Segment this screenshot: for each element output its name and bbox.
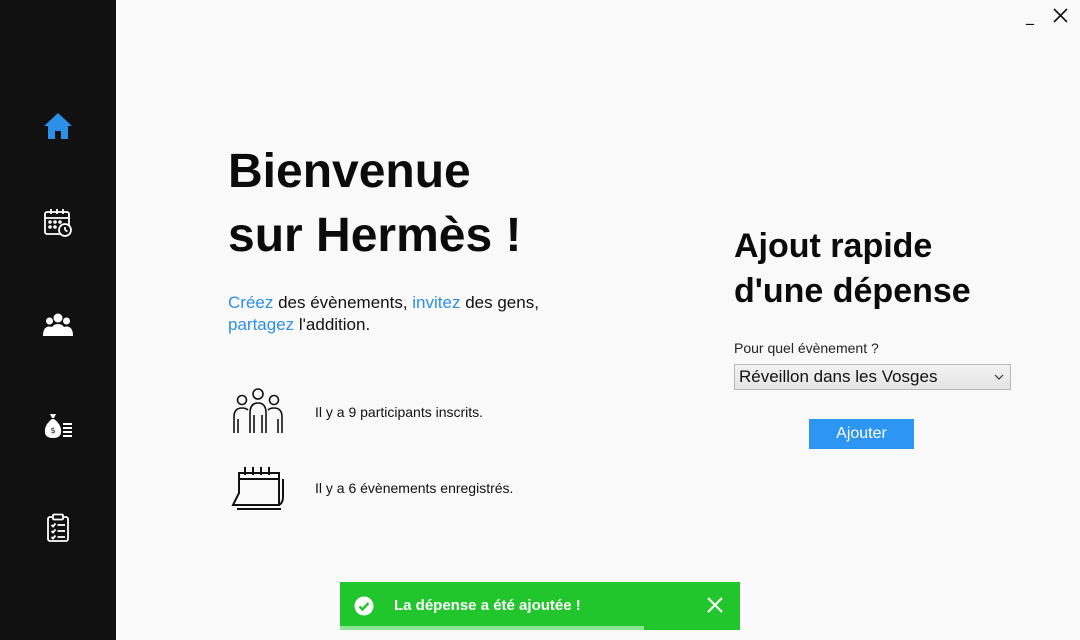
welcome-title-line2: sur Hermès !	[228, 209, 522, 262]
sidebar: $	[0, 0, 116, 640]
chevron-down-icon	[994, 374, 1004, 380]
success-toast: La dépense a été ajoutée !	[340, 582, 740, 630]
participants-count-text: Il y a 9 participants inscrits.	[315, 404, 484, 420]
quick-add-title-line2: d'une dépense	[734, 272, 971, 310]
close-icon	[1052, 7, 1068, 23]
tagline-invite: invitez	[412, 293, 461, 312]
sidebar-item-participants[interactable]	[0, 295, 116, 355]
tagline-text-2: des gens,	[460, 293, 539, 312]
money-bag-list-icon: $	[44, 414, 72, 438]
calendar-outline-icon	[228, 462, 288, 514]
participants-stat: Il y a 9 participants inscrits.	[228, 386, 483, 438]
tagline: Créez des évènements, invitez des gens, p…	[228, 292, 648, 336]
event-select[interactable]: Réveillon dans les Vosges	[734, 364, 1011, 390]
quick-add-title-line1: Ajout rapide	[734, 227, 933, 265]
sidebar-item-reports[interactable]	[0, 498, 116, 558]
sidebar-item-expenses[interactable]: $	[0, 396, 116, 456]
tagline-share: partagez	[228, 315, 295, 334]
welcome-title: Bienvenue sur Hermès !	[228, 140, 521, 268]
welcome-title-line1: Bienvenue	[228, 145, 471, 198]
app-window: $ _ Bienvenue sur Hermès ! Créez des évè…	[0, 0, 1080, 640]
tagline-create: Créez	[228, 293, 274, 312]
sidebar-item-calendar[interactable]	[0, 193, 116, 253]
participants-icon	[228, 386, 288, 438]
window-controls: _	[1020, 4, 1070, 26]
calendar-icon	[44, 209, 72, 237]
sidebar-item-home[interactable]	[0, 96, 116, 156]
home-icon	[44, 113, 72, 139]
toast-message: La dépense a été ajoutée !	[394, 597, 581, 614]
svg-text:$: $	[50, 426, 55, 435]
events-count-text: Il y a 6 évènements enregistrés.	[315, 480, 514, 496]
clipboard-icon	[47, 513, 69, 542]
group-icon	[43, 313, 73, 336]
toast-progress-bar	[340, 626, 644, 630]
quick-add-title: Ajout rapide d'une dépense	[734, 224, 971, 314]
event-select-label: Pour quel évènement ?	[734, 340, 879, 356]
toast-close-icon[interactable]	[706, 596, 724, 614]
minimize-button[interactable]: _	[1020, 4, 1040, 26]
tagline-text-3: l'addition.	[294, 315, 371, 334]
close-window-button[interactable]	[1050, 4, 1070, 26]
add-expense-button[interactable]: Ajouter	[809, 419, 914, 449]
event-select-value: Réveillon dans les Vosges	[739, 367, 938, 386]
tagline-text-1: des évènements,	[273, 293, 413, 312]
events-stat: Il y a 6 évènements enregistrés.	[228, 462, 513, 514]
toast-progress-track	[340, 626, 740, 630]
check-circle-icon	[354, 596, 374, 616]
